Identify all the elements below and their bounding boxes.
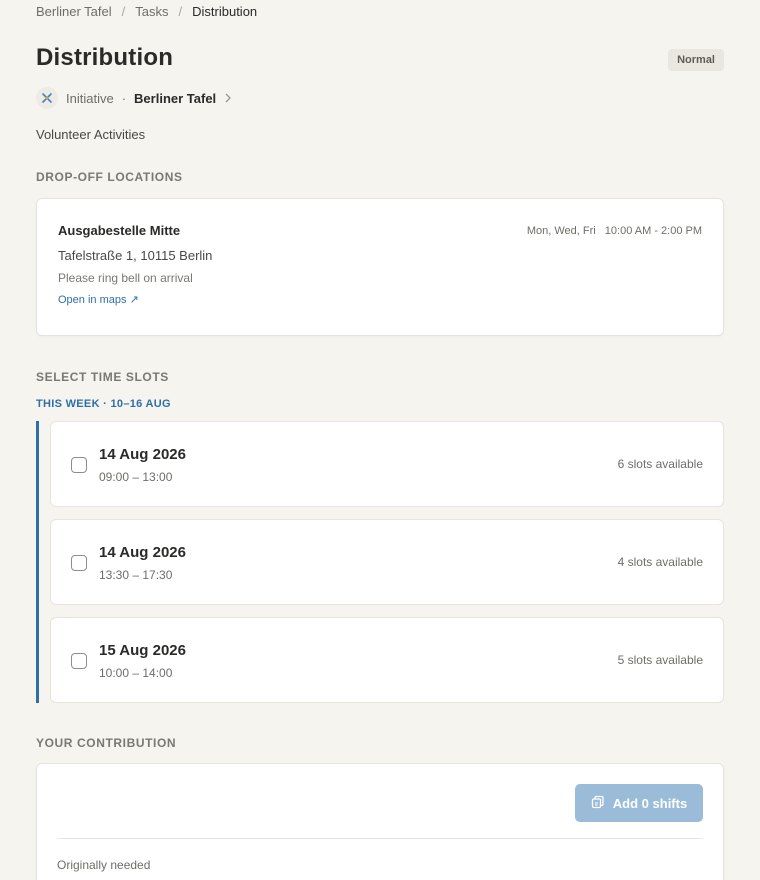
originally-needed-label: Originally needed [57, 858, 151, 872]
breadcrumb-current: Distribution [192, 4, 258, 19]
breadcrumb-separator: / [178, 4, 183, 19]
timeslot-time: 10:00 – 14:00 [99, 666, 173, 680]
timeslot-checkbox[interactable] [71, 653, 87, 669]
breadcrumb-org[interactable]: Berliner Tafel [36, 4, 112, 19]
open-in-maps-link[interactable]: Open in maps ↗ [58, 293, 139, 306]
copy-icon [591, 795, 605, 812]
timeslot-time: 13:30 – 17:30 [99, 568, 173, 582]
add-shifts-button[interactable]: Add 0 shifts [575, 784, 703, 822]
divider [57, 838, 703, 839]
timeslot-availability: 6 slots available [617, 457, 703, 471]
timeslot-item[interactable]: 14 Aug 2026 13:30 – 17:30 4 slots availa… [50, 519, 724, 605]
location-card: Ausgabestelle Mitte Mon, Wed, Fri 10:00 … [36, 198, 724, 336]
breadcrumb: Berliner Tafel / Tasks / Distribution [36, 4, 257, 19]
week-label: THIS WEEK · 10–16 AUG [36, 398, 171, 410]
task-type: Initiative [66, 90, 114, 106]
contribution-card: Add 0 shifts Originally needed [36, 763, 724, 880]
timeslot-date: 14 Aug 2026 [99, 544, 186, 561]
location-days: Mon, Wed, Fri [526, 225, 596, 237]
timeslot-time: 09:00 – 13:00 [99, 470, 173, 484]
task-category: Volunteer Activities [36, 127, 146, 142]
priority-badge: Normal [668, 49, 724, 71]
page-title: Distribution [36, 44, 174, 71]
timeslot-availability: 4 slots available [617, 555, 703, 569]
dropoff-heading: DROP-OFF LOCATIONS [36, 170, 183, 184]
timeslot-item[interactable]: 14 Aug 2026 09:00 – 13:00 6 slots availa… [50, 421, 724, 507]
org-row: Initiative · Berliner Tafel [36, 87, 232, 109]
timeslot-checkbox[interactable] [71, 555, 87, 571]
org-logo-icon [36, 87, 58, 109]
dot-separator: · [121, 90, 127, 106]
breadcrumb-tasks[interactable]: Tasks [135, 4, 168, 19]
timeslot-availability: 5 slots available [617, 653, 703, 667]
org-link[interactable]: Berliner Tafel [134, 91, 216, 106]
location-address: Tafelstraße 1, 10115 Berlin [58, 248, 213, 263]
timeslot-checkbox[interactable] [71, 457, 87, 473]
timeslot-list: 14 Aug 2026 09:00 – 13:00 6 slots availa… [36, 421, 724, 703]
timeslot-date: 14 Aug 2026 [99, 446, 186, 463]
timeslot-date: 15 Aug 2026 [99, 642, 186, 659]
timeslot-item[interactable]: 15 Aug 2026 10:00 – 14:00 5 slots availa… [50, 617, 724, 703]
location-time: 10:00 AM - 2:00 PM [604, 225, 702, 237]
timeslots-heading: SELECT TIME SLOTS [36, 370, 169, 384]
location-hours: Mon, Wed, Fri 10:00 AM - 2:00 PM [527, 225, 702, 237]
add-shifts-label: Add 0 shifts [612, 795, 688, 811]
contribution-heading: YOUR CONTRIBUTION [36, 736, 177, 750]
location-note: Please ring bell on arrival [58, 271, 193, 285]
chevron-right-icon[interactable] [224, 91, 232, 106]
breadcrumb-separator: / [121, 4, 126, 19]
